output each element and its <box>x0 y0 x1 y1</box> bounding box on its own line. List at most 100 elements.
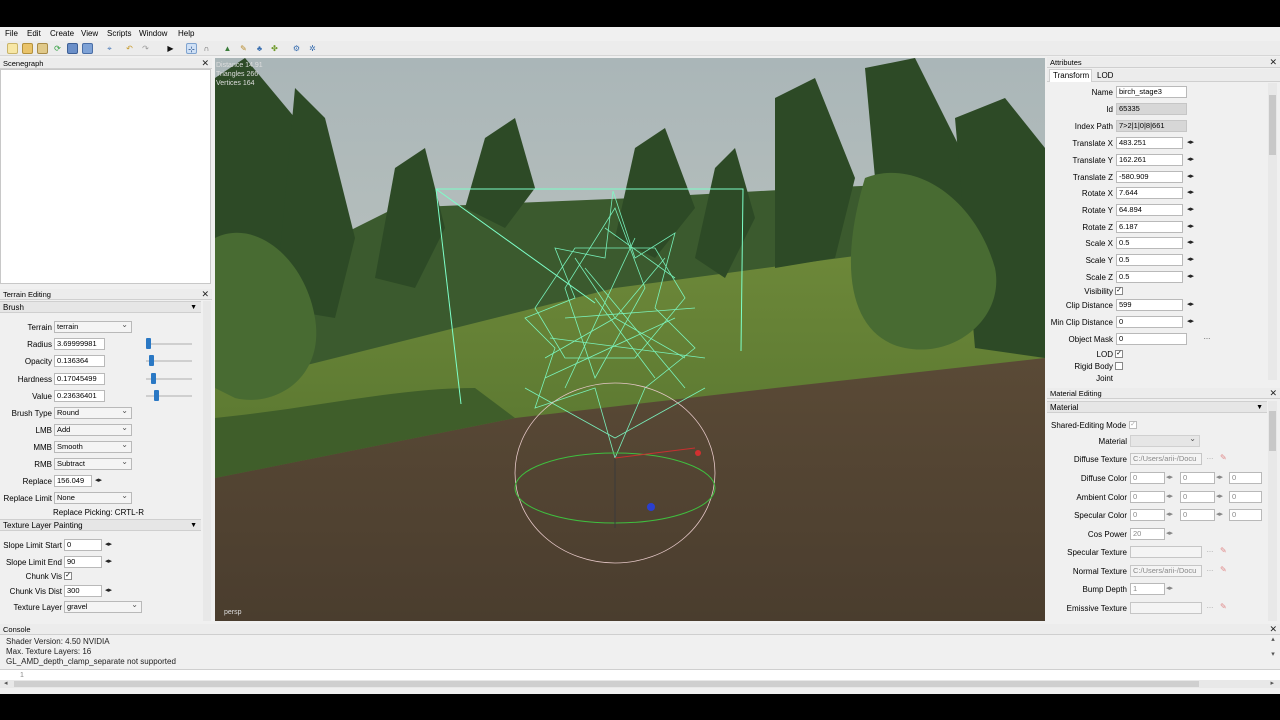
3d-viewport[interactable] <box>215 58 1045 621</box>
scale-x-input[interactable]: 0.5 <box>1116 237 1183 249</box>
opacity-slider-thumb[interactable] <box>149 355 154 366</box>
texture-layer-select[interactable]: gravel <box>64 600 142 613</box>
radius-input[interactable]: 3.69999981 <box>54 338 105 350</box>
scroll-right-icon[interactable]: ▸ <box>1270 679 1274 687</box>
hardness-input[interactable]: 0.17045499 <box>54 373 105 385</box>
chunk-vis-checkbox[interactable]: ✓ <box>64 572 72 580</box>
slope-start-spinner-icon[interactable]: ◂▸ <box>104 540 113 550</box>
diffuse-texture-clear-icon[interactable]: ✎ <box>1220 453 1227 462</box>
rotate-x-input[interactable]: 7.644 <box>1116 187 1183 199</box>
menu-help[interactable]: Help <box>178 29 194 38</box>
ambient-color-r-spinner-icon[interactable]: ◂▸ <box>1165 492 1174 502</box>
min-clip-distance-input[interactable]: 0 <box>1116 316 1183 328</box>
placement-tool-icon[interactable]: ✤ <box>269 43 280 54</box>
scenegraph-tree[interactable] <box>0 69 211 284</box>
select-tool-icon[interactable]: ⊹ <box>186 43 197 54</box>
rotate-y-spinner-icon[interactable]: ◂▸ <box>1186 205 1195 215</box>
translate-x-input[interactable]: 483.251 <box>1116 137 1183 149</box>
specular-color-g-spinner-icon[interactable]: ◂▸ <box>1215 510 1224 520</box>
terrain-scrollbar[interactable] <box>203 301 211 621</box>
min-clip-distance-spinner-icon[interactable]: ◂▸ <box>1186 317 1195 327</box>
visibility-checkbox[interactable]: ✓ <box>1115 287 1123 295</box>
specular-color-g[interactable]: 0 <box>1180 509 1215 521</box>
menu-window[interactable]: Window <box>139 29 167 38</box>
diffuse-color-r-spinner-icon[interactable]: ◂▸ <box>1165 473 1174 483</box>
scale-y-spinner-icon[interactable]: ◂▸ <box>1186 255 1195 265</box>
open-folder-icon[interactable] <box>22 43 33 54</box>
collapse-triangle-icon[interactable]: ▼ <box>1256 402 1263 413</box>
menu-edit[interactable]: Edit <box>27 29 41 38</box>
close-icon[interactable]: ✕ <box>201 58 209 68</box>
replace-input[interactable]: 156.049 <box>54 475 92 487</box>
rigid-body-checkbox[interactable] <box>1115 362 1123 370</box>
material-scrollbar-thumb[interactable] <box>1269 411 1276 451</box>
specular-color-b[interactable]: 0 <box>1229 509 1262 521</box>
terrain-tool-icon[interactable]: ▲ <box>222 43 233 54</box>
slope-start-input[interactable]: 0 <box>64 539 102 551</box>
foliage-tool-icon[interactable]: ♣ <box>254 43 265 54</box>
console-horizontal-scrollbar[interactable]: ◂ ▸ <box>0 680 1280 688</box>
terrain-select[interactable]: terrain <box>54 320 132 333</box>
texture-section-header[interactable]: Texture Layer Painting ▼ <box>0 519 201 531</box>
menu-create[interactable]: Create <box>50 29 74 38</box>
material-scrollbar[interactable] <box>1268 401 1277 621</box>
ambient-color-g[interactable]: 0 <box>1180 491 1215 503</box>
normal-texture-clear-icon[interactable]: ✎ <box>1220 565 1227 574</box>
radius-slider-track[interactable] <box>146 343 192 345</box>
close-icon[interactable]: ✕ <box>1269 57 1277 67</box>
lock-icon[interactable]: ∩ <box>201 43 212 54</box>
emissive-texture-browse-button[interactable]: ... <box>1204 602 1216 613</box>
collapse-triangle-icon[interactable]: ▼ <box>190 520 197 531</box>
brush-type-select[interactable]: Round <box>54 406 132 419</box>
scale-z-input[interactable]: 0.5 <box>1116 271 1183 283</box>
menu-scripts[interactable]: Scripts <box>107 29 131 38</box>
rotate-z-spinner-icon[interactable]: ◂▸ <box>1186 222 1195 232</box>
chunk-vis-dist-spinner-icon[interactable]: ◂▸ <box>104 586 113 596</box>
tab-transform[interactable]: Transform <box>1049 69 1092 82</box>
ambient-color-b[interactable]: 0 <box>1229 491 1262 503</box>
bump-depth-input[interactable]: 1 <box>1130 583 1165 595</box>
hardness-slider-thumb[interactable] <box>151 373 156 384</box>
clip-distance-input[interactable]: 599 <box>1116 299 1183 311</box>
translate-z-spinner-icon[interactable]: ◂▸ <box>1186 172 1195 182</box>
name-input[interactable]: birch_stage3 <box>1116 86 1187 98</box>
ambient-color-g-spinner-icon[interactable]: ◂▸ <box>1215 492 1224 502</box>
bump-depth-spinner-icon[interactable]: ◂▸ <box>1165 584 1174 594</box>
value-input[interactable]: 0.23636401 <box>54 390 105 402</box>
translate-y-spinner-icon[interactable]: ◂▸ <box>1186 155 1195 165</box>
tab-lod[interactable]: LOD <box>1097 70 1113 82</box>
save-icon[interactable] <box>67 43 78 54</box>
redo-icon[interactable]: ↷ <box>140 43 151 54</box>
paint-tool-icon[interactable]: ✎ <box>238 43 249 54</box>
navigation-gear-icon[interactable]: ✲ <box>307 43 318 54</box>
diffuse-color-b[interactable]: 0 <box>1229 472 1262 484</box>
brush-section-header[interactable]: Brush ▼ <box>0 301 201 313</box>
slope-end-input[interactable]: 90 <box>64 556 102 568</box>
console-scroll-arrows[interactable]: ▴ ▾ <box>1268 635 1278 669</box>
undo-icon[interactable]: ↶ <box>124 43 135 54</box>
material-section-header[interactable]: Material ▼ <box>1047 401 1267 413</box>
save-as-icon[interactable] <box>82 43 93 54</box>
close-icon[interactable]: ✕ <box>1269 388 1277 398</box>
lmb-select[interactable]: Add <box>54 423 132 436</box>
normal-texture-browse-button[interactable]: ... <box>1204 565 1216 576</box>
value-slider-thumb[interactable] <box>154 390 159 401</box>
refresh-icon[interactable]: ⟳ <box>52 43 63 54</box>
scale-x-spinner-icon[interactable]: ◂▸ <box>1186 238 1195 248</box>
lod-checkbox[interactable]: ✓ <box>1115 350 1123 358</box>
specular-texture-clear-icon[interactable]: ✎ <box>1220 546 1227 555</box>
opacity-input[interactable]: 0.136364 <box>54 355 105 367</box>
ambient-color-r[interactable]: 0 <box>1130 491 1165 503</box>
scroll-left-icon[interactable]: ◂ <box>4 679 8 687</box>
translate-y-input[interactable]: 162.261 <box>1116 154 1183 166</box>
object-mask-browse-button[interactable]: ... <box>1201 333 1213 344</box>
collapse-triangle-icon[interactable]: ▼ <box>190 302 197 313</box>
value-slider-track[interactable] <box>146 395 192 397</box>
clip-distance-spinner-icon[interactable]: ◂▸ <box>1186 300 1195 310</box>
open-recent-icon[interactable] <box>37 43 48 54</box>
cos-power-spinner-icon[interactable]: ◂▸ <box>1165 529 1174 539</box>
specular-color-r-spinner-icon[interactable]: ◂▸ <box>1165 510 1174 520</box>
diffuse-color-g-spinner-icon[interactable]: ◂▸ <box>1215 473 1224 483</box>
diffuse-color-r[interactable]: 0 <box>1130 472 1165 484</box>
rmb-select[interactable]: Subtract <box>54 457 132 470</box>
